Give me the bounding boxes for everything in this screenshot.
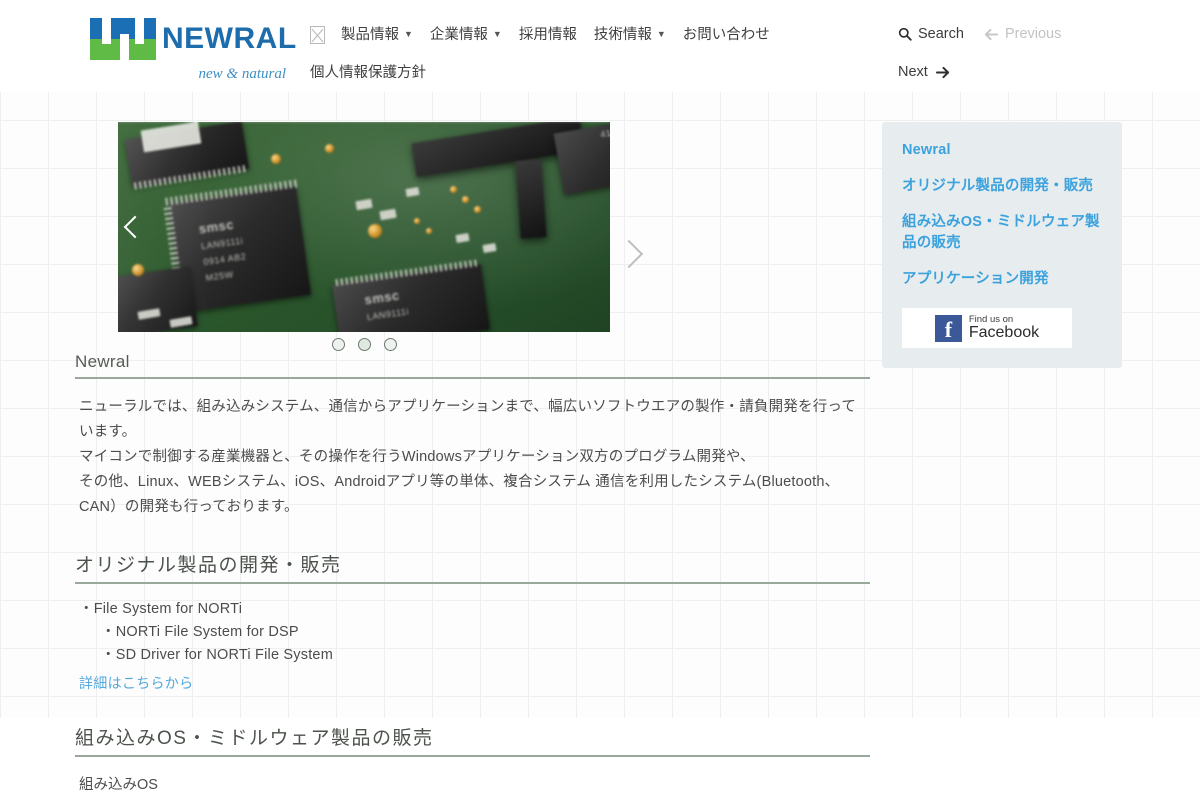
previous-label: Previous [1004,26,1062,42]
carousel-slide-image: 4117G smsc LAN9111i 0914 AB2 M25W smsc [118,122,610,332]
photo-blur-overlay [118,122,610,332]
product-list: ・File System for NORTi ・NORTi File Syste… [79,598,870,667]
nav-label: お問い合わせ [682,26,770,43]
util-row-secondary: Next [898,60,1178,84]
nav-item-products[interactable]: 製品情報 ▼ [341,22,413,47]
sidebar-panel: Newral オリジナル製品の開発・販売 組み込みOS・ミドルウェア製品の販売 … [882,122,1122,368]
facebook-badge-text: Find us on Facebook [968,314,1040,342]
site-header: NEWRAL new & natural 製品情報 ▼ 企業情報 ▼ 採用情報 技術… [0,0,1200,92]
nav-label: 企業情報 [429,27,488,43]
logo-tagline: new & natural [198,66,286,82]
nav-item-contact[interactable]: お問い合わせ [683,23,770,47]
section-title-original-products: オリジナル製品の開発・販売 [75,550,870,584]
list-item: ・NORTi File System for DSP [101,624,299,640]
facebook-badge[interactable]: Find us on Facebook [902,308,1072,348]
facebook-icon [934,314,962,342]
list-item: ・File System for NORTi [79,601,243,617]
logo-notch [120,34,129,60]
carousel-dot-2[interactable] [357,338,371,351]
main-navigation: 製品情報 ▼ 企業情報 ▼ 採用情報 技術情報 ▼ お問い合わせ 個人情報保護方針 [310,22,870,85]
chevron-down-icon: ▼ [492,29,502,39]
section-body-text: 組み込みOS [79,777,158,793]
main-column: Newral ニューラルでは、組み込みシステム、通信からアプリケーションまで、幅… [75,352,870,794]
carousel-dot-3[interactable] [383,338,397,351]
section-paragraph: マイコンで制御する産業機器と、その操作を行うWindowsアプリケーション双方の… [79,449,755,465]
chevron-down-icon: ▼ [656,29,666,39]
carousel-next-button[interactable] [612,227,646,281]
section-title-newral: Newral [75,352,870,379]
sidebar-item-embedded-os[interactable]: 組み込みOS・ミドルウェア製品の販売 [902,212,1102,254]
chevron-left-icon [123,215,147,239]
broken-image-icon [310,25,325,44]
nav-row-secondary: 個人情報保護方針 [310,61,870,85]
logo-notch [135,18,144,44]
nav-label: 製品情報 [341,27,399,43]
nav-item-recruit[interactable]: 採用情報 [519,23,577,47]
chevron-right-icon [614,239,644,269]
section-paragraph: その他、Linux、WEBシステム、iOS、Androidアプリ等の単体、複合シ… [79,474,840,515]
nav-label: 技術情報 [593,27,652,43]
section-paragraph: ニューラルでは、組み込みシステム、通信からアプリケーションまで、幅広いソフトウエ… [79,399,857,440]
newral-nn-logo-icon [90,18,156,60]
search-icon [898,27,912,41]
details-link[interactable]: 詳細はこちらから [79,673,870,693]
nav-item-company[interactable]: 企業情報 ▼ [430,22,502,47]
list-item: ・SD Driver for NORTi File System [101,647,333,663]
section-title-embedded-os: 組み込みOS・ミドルウェア製品の販売 [75,723,870,757]
hero-carousel[interactable]: 4117G smsc LAN9111i 0914 AB2 M25W smsc [118,122,610,332]
carousel-dot-1[interactable] [331,338,345,351]
circuit-board-photo: 4117G smsc LAN9111i 0914 AB2 M25W smsc [118,122,610,332]
search-label: Search [918,26,964,42]
nav-row-primary: 製品情報 ▼ 企業情報 ▼ 採用情報 技術情報 ▼ お問い合わせ [310,22,870,47]
nav-label: 採用情報 [518,26,577,43]
nav-item-technology[interactable]: 技術情報 ▼ [594,22,666,47]
header-utilities: Search Previous Next [898,22,1178,84]
page-content: 4117G smsc LAN9111i 0914 AB2 M25W smsc [0,0,1200,793]
next-button[interactable]: Next [898,60,950,84]
sidebar-item-newral[interactable]: Newral [902,140,1102,161]
logo-row: NEWRAL [90,18,296,60]
search-button[interactable]: Search [898,22,964,46]
util-row-primary: Search Previous [898,22,1178,46]
next-label: Next [898,64,928,80]
site-logo[interactable]: NEWRAL new & natural [90,18,296,83]
logo-wordmark: NEWRAL [162,22,297,55]
logo-notch [102,18,111,44]
carousel-pagination [118,338,610,351]
carousel-prev-button[interactable] [118,200,152,254]
previous-button[interactable]: Previous [984,22,1061,46]
nav-item-privacy-policy[interactable]: 個人情報保護方針 [310,61,426,85]
facebook-badge-big-text: Facebook [968,323,1040,341]
chevron-down-icon: ▼ [404,29,413,39]
sidebar-item-application-dev[interactable]: アプリケーション開発 [902,269,1102,290]
sidebar-item-original-products[interactable]: オリジナル製品の開発・販売 [902,176,1102,197]
arrow-right-icon [935,66,950,79]
arrow-left-icon [984,28,999,41]
nav-label: 個人情報保護方針 [310,65,426,81]
